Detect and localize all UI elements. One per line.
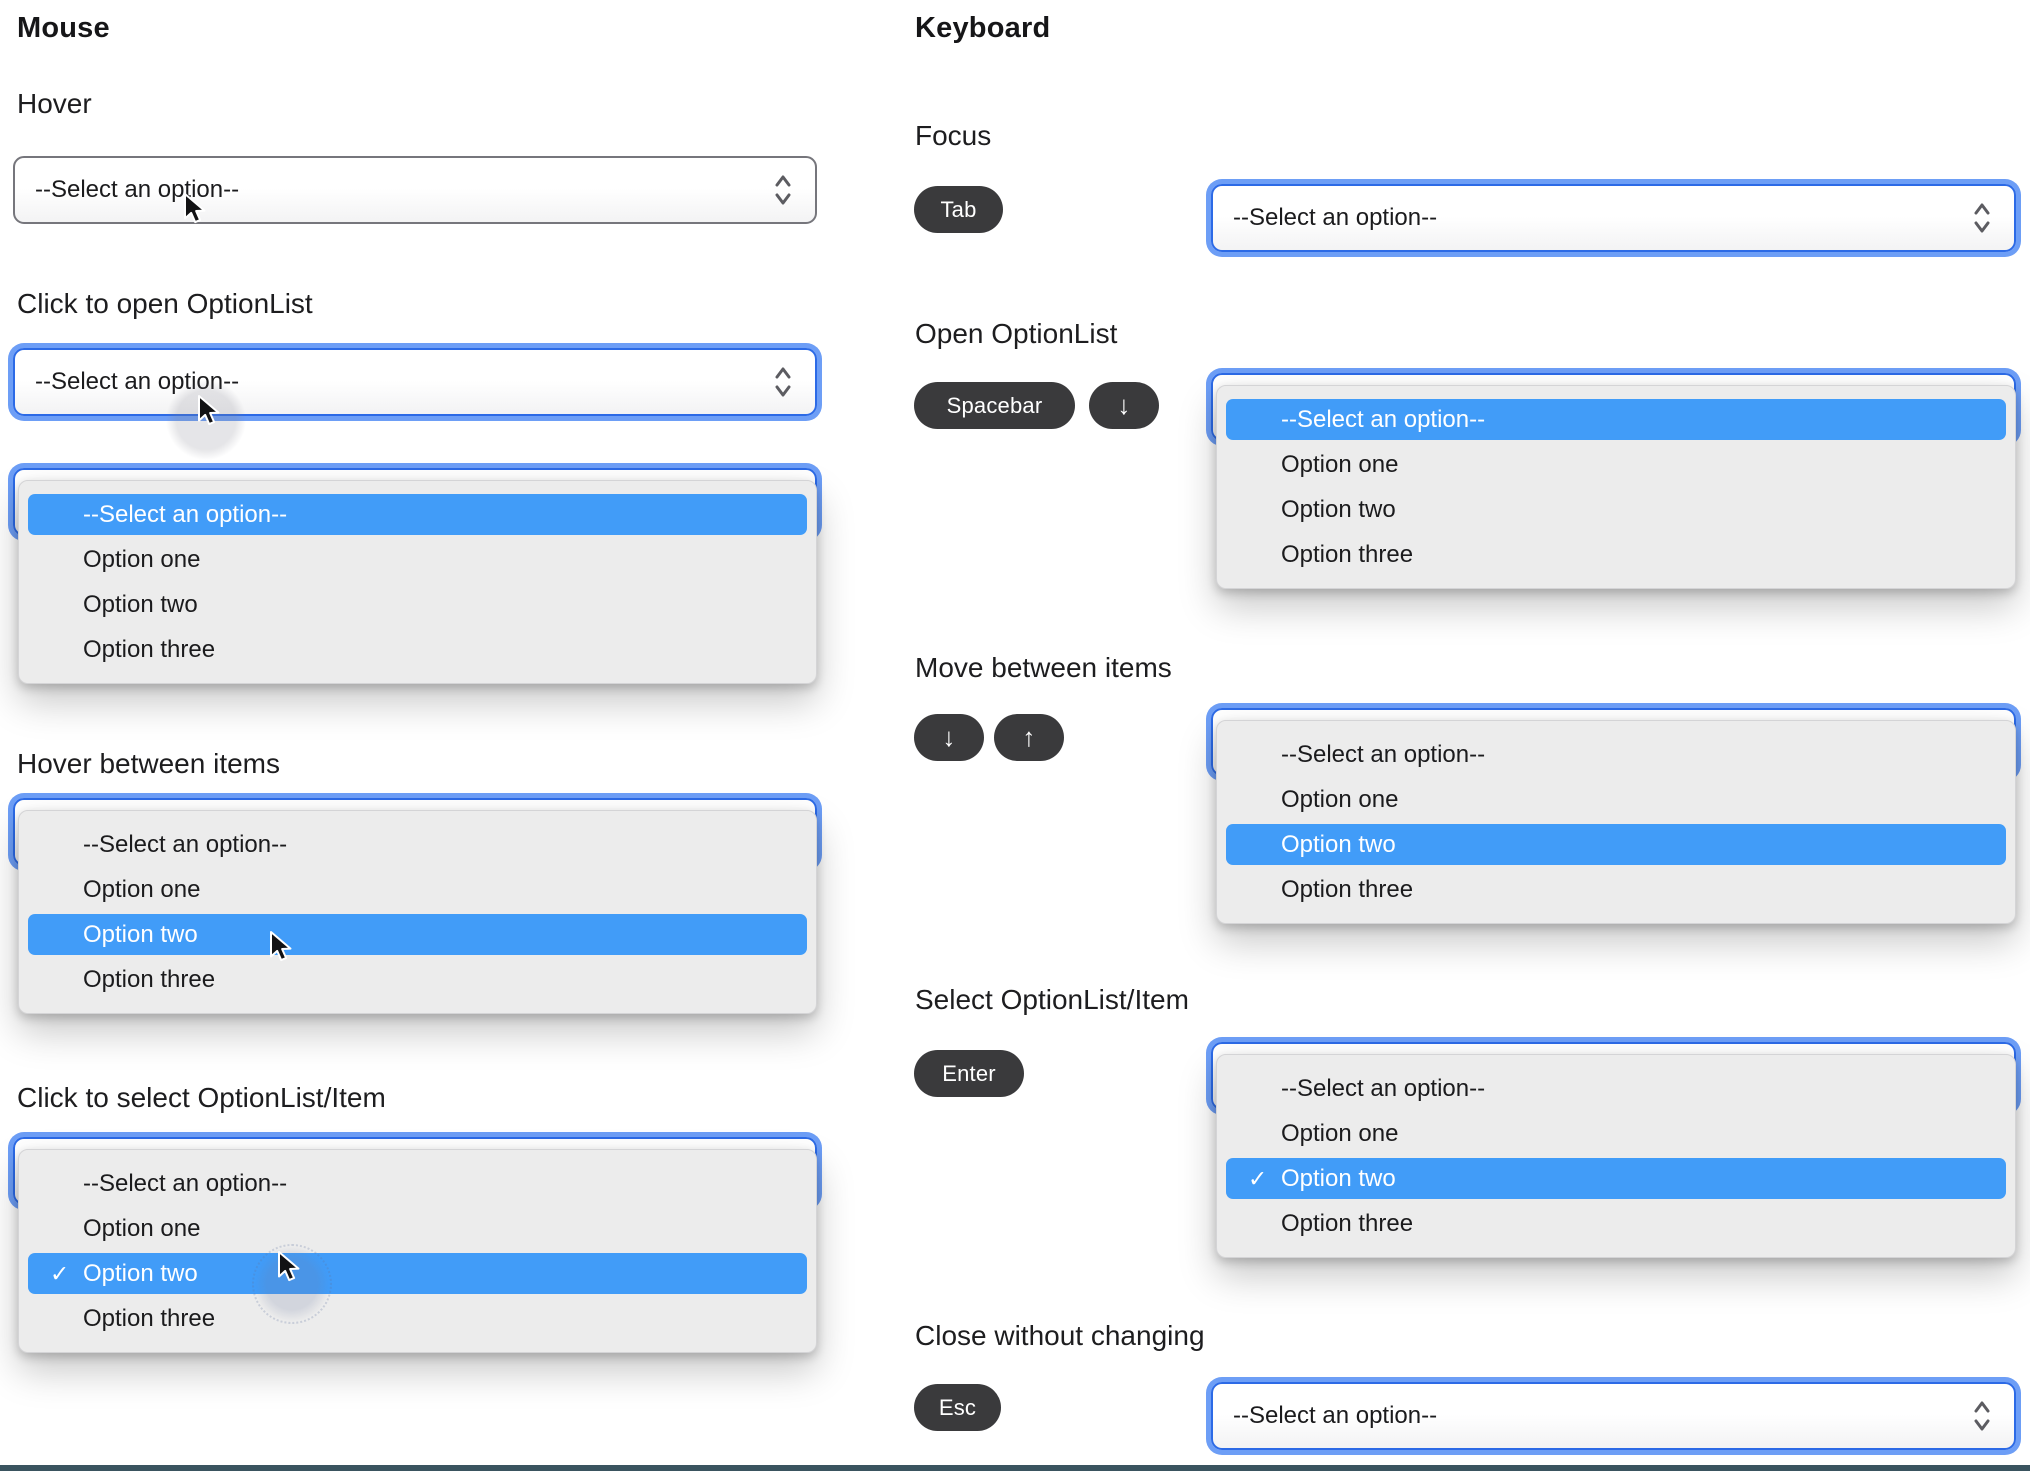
chevron-up-down-icon [775,367,791,397]
optionlist-item[interactable]: Option three [19,1296,816,1341]
optionlist-item-selected[interactable]: ✓ Option two [1226,1158,2006,1199]
optionlist-item[interactable]: --Select an option-- [19,1161,816,1206]
key-arrow-down: ↓ [1089,382,1159,429]
section-label-select-item: Select OptionList/Item [915,984,1189,1015]
optionlist-item-selected[interactable]: --Select an option-- [1226,399,2006,440]
check-icon: ✓ [1248,1165,1268,1191]
optionlist-item[interactable]: Option two [19,582,816,627]
mouse-cursor-icon [270,931,292,962]
section-label-focus: Focus [915,120,992,151]
key-enter: Enter [914,1050,1024,1097]
optionlist-item-selected[interactable]: ✓ Option two [28,1253,807,1294]
mouse-column-title: Mouse [17,12,110,44]
select-focus-example[interactable]: --Select an option-- [1211,184,2016,252]
optionlist-item[interactable]: Option one [1217,442,2015,487]
key-tab: Tab [914,186,1003,233]
chevron-up-down-icon [1974,1401,1990,1431]
chevron-up-down-icon [1974,203,1990,233]
section-divider [0,1465,2030,1471]
key-arrow-down: ↓ [914,714,984,761]
optionlist-item-active[interactable]: Option two [1226,824,2006,865]
optionlist-item[interactable]: --Select an option-- [1217,1066,2015,1111]
mouse-cursor-icon [278,1251,300,1282]
optionlist-item[interactable]: Option one [1217,1111,2015,1156]
optionlist-panel: --Select an option-- Option one Option t… [1216,385,2016,589]
optionlist-panel: --Select an option-- Option one ✓ Option… [1216,1054,2016,1258]
section-label-open-optionlist: Open OptionList [915,318,1118,349]
optionlist-panel: --Select an option-- Option one Option t… [18,480,817,684]
mouse-cursor-icon [198,395,220,426]
optionlist-item-selected[interactable]: --Select an option-- [28,494,807,535]
select-click-open-closed[interactable]: --Select an option-- [13,348,817,416]
key-arrow-up: ↑ [994,714,1064,761]
optionlist-item[interactable]: --Select an option-- [19,822,816,867]
optionlist-panel: --Select an option-- Option one Option t… [1216,720,2016,924]
optionlist-item[interactable]: Option one [19,1206,816,1251]
select-value: --Select an option-- [1233,204,1438,231]
select-hover-example[interactable]: --Select an option-- [13,156,817,224]
optionlist-item[interactable]: Option three [1217,532,2015,577]
keyboard-column-title: Keyboard [915,12,1051,44]
key-esc: Esc [914,1384,1001,1431]
key-spacebar: Spacebar [914,382,1075,429]
optionlist-item[interactable]: --Select an option-- [1217,732,2015,777]
select-value: --Select an option-- [1233,1402,1438,1429]
optionlist-item[interactable]: Option three [1217,867,2015,912]
optionlist-item[interactable]: Option two [1217,487,2015,532]
section-label-hover-items: Hover between items [17,748,281,779]
optionlist-item[interactable]: Option three [19,627,816,672]
chevron-up-down-icon [775,175,791,205]
optionlist-item[interactable]: Option three [19,957,816,1002]
mouse-cursor-icon [184,193,206,224]
optionlist-item[interactable]: Option one [19,867,816,912]
optionlist-docs-screenshot: Mouse Hover --Select an option-- Click t… [0,0,2030,1471]
section-label-hover: Hover [17,88,92,119]
optionlist-panel: --Select an option-- Option one Option t… [18,810,817,1014]
optionlist-item[interactable]: Option one [1217,777,2015,822]
check-icon: ✓ [50,1260,70,1286]
section-label-move-items: Move between items [915,652,1172,683]
section-label-close: Close without changing [915,1320,1205,1351]
optionlist-item[interactable]: Option one [19,537,816,582]
select-close-example[interactable]: --Select an option-- [1211,1382,2016,1450]
optionlist-item[interactable]: Option three [1217,1201,2015,1246]
section-label-click-select: Click to select OptionList/Item [17,1082,386,1113]
section-label-click-open: Click to open OptionList [17,288,313,319]
optionlist-panel: --Select an option-- Option one ✓ Option… [18,1149,817,1353]
optionlist-item-hovered[interactable]: Option two [28,914,807,955]
